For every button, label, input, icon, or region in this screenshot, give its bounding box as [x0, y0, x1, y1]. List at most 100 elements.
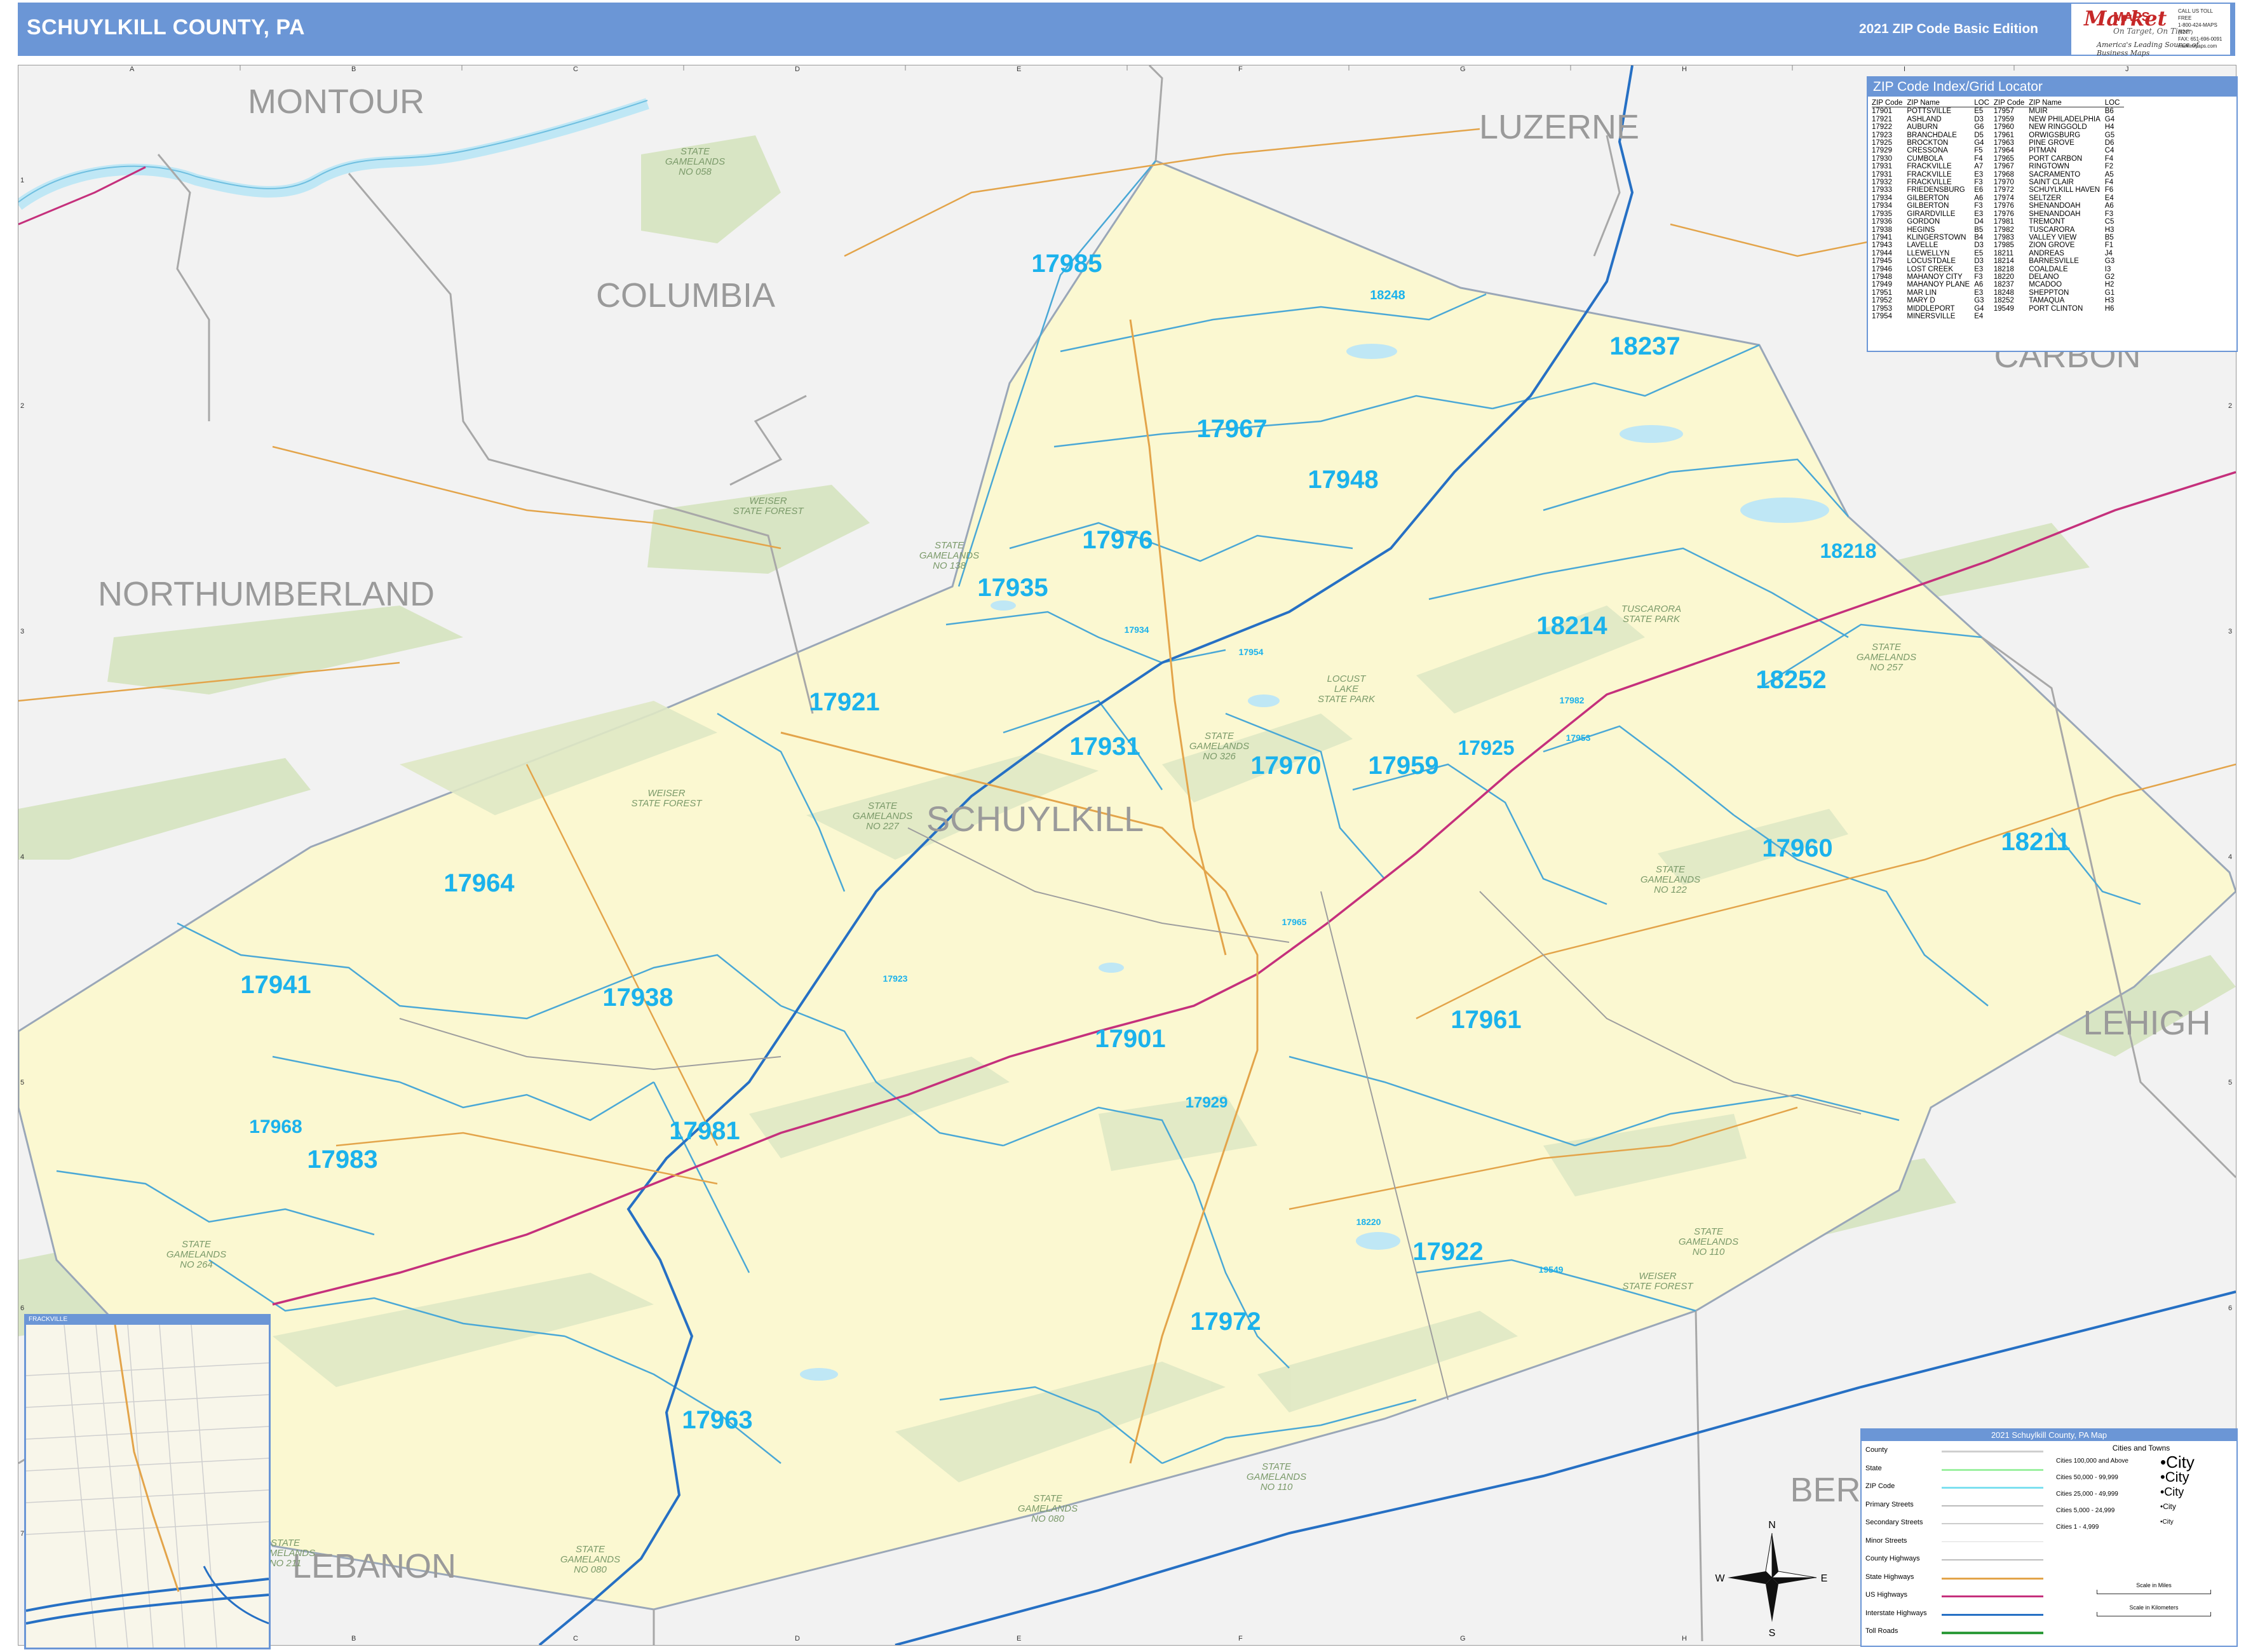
zip-index-cell: F6 — [2104, 186, 2114, 194]
legend-line-sample — [1942, 1451, 2043, 1452]
zip-index-cell: F4 — [2104, 154, 2114, 163]
zip-index-column-header: LOC — [1974, 99, 1994, 108]
zip-index-cell: F3 — [1974, 202, 1983, 210]
protected-area-label: TUSCARORA STATE PARK — [1621, 604, 1681, 625]
zip-index-cell: C4 — [2104, 147, 2114, 155]
zip-index-row: 17925 BROCKTON G4 17963 PINE GROVE D6 — [1872, 139, 2124, 147]
zip-index-cell: 17985 — [1993, 241, 2014, 250]
zip-index-cell: LLEWELLYN — [1907, 249, 1950, 257]
zip-index-cell: A6 — [1974, 281, 1984, 289]
inset-map[interactable]: FRACKVILLE — [24, 1314, 271, 1649]
legend-line-label: Primary Streets — [1865, 1500, 1914, 1508]
zip-index-column-header: ZIP Code — [1993, 99, 2029, 108]
zip-index-cell: SELTZER — [2029, 194, 2062, 202]
neighbor-county-label: LEBANON — [292, 1547, 456, 1585]
compass-e: E — [1821, 1573, 1828, 1584]
legend-line-sample — [1942, 1559, 2043, 1561]
zip-index-cell: 17946 — [1872, 265, 1892, 273]
grid-row-label: 4 — [20, 853, 25, 861]
zip-index-cell: ORWIGSBURG — [2029, 131, 2081, 139]
legend-line-label: US Highways — [1865, 1591, 1908, 1599]
legend-line-item: Interstate Highways — [1865, 1609, 2056, 1628]
zip-index-row: 17954 MINERSVILLE E4 — [1872, 313, 2124, 320]
market-maps-logo[interactable]: Market MAPS On Target, On Time America's… — [2071, 4, 2230, 57]
zip-index-cell: H6 — [2104, 304, 2114, 313]
neighbor-county-label: LEHIGH — [2083, 1004, 2210, 1042]
legend-city-size: Cities 5,000 - 24,999 •City — [2052, 1502, 2230, 1519]
grid-column-label: C — [573, 1635, 578, 1642]
grid-column-label: E — [1017, 1635, 1022, 1642]
zip-index-cell: D3 — [1974, 257, 1984, 266]
zip-code-label: 18220 — [1356, 1217, 1381, 1227]
legend-line-sample — [1942, 1468, 2043, 1471]
zip-index-row: 17953 MIDDLEPORT G4 19549 PORT CLINTON H6 — [1872, 305, 2124, 313]
legend-line-sample — [1942, 1541, 2043, 1542]
legend-line-item: State Highways — [1865, 1573, 2056, 1592]
zip-index-row: 17921 ASHLAND D3 17959 NEW PHILADELPHIA G4 — [1872, 116, 2124, 123]
zip-index-cell: MARY D — [1907, 297, 1935, 305]
legend-city-range: Cities 50,000 - 99,999 — [2056, 1474, 2118, 1481]
grid-row-label: 6 — [20, 1304, 25, 1312]
grid-column-label: A — [130, 65, 135, 73]
zip-index-cell: E3 — [1974, 288, 1984, 297]
zip-code-label: 18218 — [1820, 539, 1877, 562]
legend-city-range: Cities 25,000 - 49,999 — [2056, 1491, 2118, 1498]
zip-index-column-header: ZIP Name — [2029, 99, 2105, 108]
zip-index-cell: HEGINS — [1907, 226, 1935, 234]
zip-index-cell: 17952 — [1872, 297, 1892, 305]
zip-code-label: 17981 — [669, 1117, 740, 1145]
zip-index-row: 17923 BRANCHDALE D5 17961 ORWIGSBURG G5 — [1872, 132, 2124, 139]
zip-index-cell: SACRAMENTO — [2029, 170, 2081, 179]
zip-code-label: 17968 — [249, 1116, 302, 1137]
legend-line-item: US Highways — [1865, 1591, 2056, 1609]
zip-index-cell: COALDALE — [2029, 265, 2068, 273]
zip-code-label: 18252 — [1756, 666, 1826, 694]
zip-index-row: 17929 CRESSONA F5 17964 PITMAN C4 — [1872, 147, 2124, 154]
grid-column-label: H — [1682, 65, 1687, 73]
county-label: SCHUYLKILL — [926, 799, 1144, 839]
zip-index-cell: G4 — [2104, 115, 2115, 123]
zip-index-row: 17931 FRACKVILLE E3 17968 SACRAMENTO A5 — [1872, 171, 2124, 179]
legend-city-size: Cities 25,000 - 49,999 •City — [2052, 1486, 2230, 1502]
legend-city-size: Cities 1 - 4,999 •City — [2052, 1519, 2230, 1535]
legend-city-sample: •City — [2160, 1486, 2184, 1498]
zip-code-label: 17972 — [1190, 1308, 1261, 1336]
zip-index-cell: 17943 — [1872, 241, 1892, 250]
zip-index-cell: B5 — [1974, 226, 1984, 234]
zip-index-cell: J4 — [2104, 249, 2113, 257]
zip-index-cell — [2029, 313, 2104, 320]
zip-index-cell: 17976 — [1993, 210, 2014, 218]
zip-index-cell: PITMAN — [2029, 147, 2057, 155]
zip-index-cell: 18248 — [1993, 288, 2014, 297]
zip-index-cell: 18218 — [1993, 265, 2014, 273]
zip-index-cell: ASHLAND — [1907, 115, 1942, 123]
grid-column-label: E — [1017, 65, 1022, 73]
compass-w: W — [1715, 1573, 1725, 1584]
zip-index-cell: MAR LIN — [1907, 288, 1937, 297]
zip-code-label: 17948 — [1308, 466, 1378, 494]
grid-row-label: 4 — [2228, 853, 2233, 861]
scale-bars: Scale in Miles Scale in Kilometers — [2090, 1582, 2217, 1618]
zip-index-cell: 19549 — [1993, 304, 2014, 313]
zip-index-cell: 18214 — [1993, 257, 2014, 266]
legend-line-label: Minor Streets — [1865, 1536, 1907, 1545]
contact-line: 1-800-424-MAPS (6277) — [2178, 22, 2217, 35]
zip-index-cell: AUBURN — [1907, 123, 1938, 132]
zip-index-row: 17933 FRIEDENSBURG E6 17972 SCHUYLKILL HAVEN… — [1872, 186, 2124, 194]
zip-index-cell: 17964 — [1993, 147, 2014, 155]
legend-line-sample — [1942, 1505, 2043, 1506]
edition-label: 2021 ZIP Code Basic Edition — [1858, 22, 2038, 36]
zip-index-cell: F5 — [1974, 147, 1983, 155]
zip-index-cell: 17934 — [1872, 194, 1892, 202]
inset-title: FRACKVILLE — [26, 1316, 269, 1325]
zip-index-cell: A5 — [2104, 170, 2114, 179]
zip-index-cell: 17922 — [1872, 123, 1892, 132]
zip-index-cell: 18220 — [1993, 273, 2014, 281]
zip-index-row: 17922 AUBURN G6 17960 NEW RINGGOLD H4 — [1872, 123, 2124, 131]
zip-index-row: 17945 LOCUSTDALE D3 18214 BARNESVILLE G3 — [1872, 257, 2124, 265]
zip-code-label: 17967 — [1196, 415, 1267, 443]
zip-index-cell: D3 — [1974, 241, 1984, 250]
zip-index-cell: SAINT CLAIR — [2029, 179, 2074, 187]
grid-column-label: B — [351, 1635, 356, 1642]
zip-index-cell: F4 — [2104, 179, 2114, 187]
